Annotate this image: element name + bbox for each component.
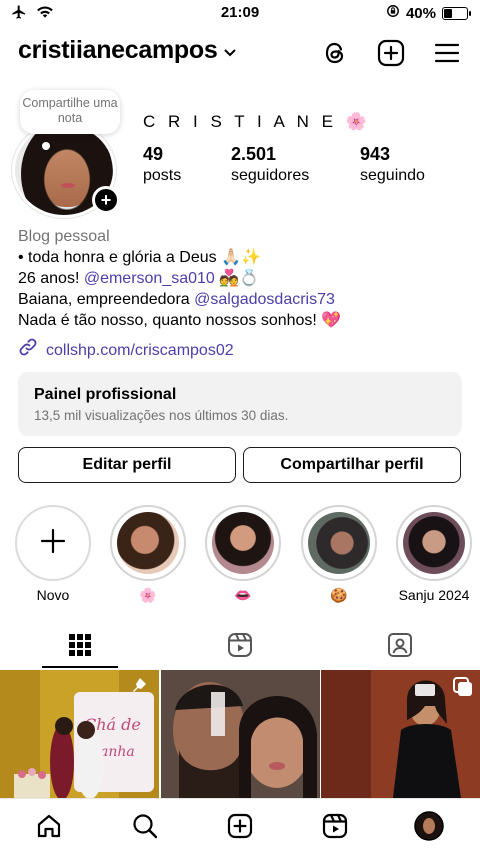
post-grid: Chá de anha [0, 670, 480, 798]
highlight-label: Novo [36, 587, 70, 603]
bio-line: Baiana, empreendedora @salgadosdacris73 [18, 291, 335, 308]
stat-followers[interactable]: 2.501 seguidores [231, 144, 309, 185]
highlight-label: 🌸 [139, 587, 157, 603]
home-icon[interactable] [34, 811, 64, 841]
bio: Blog pessoal • toda honra e glória a Deu… [18, 226, 468, 363]
reels-icon [227, 632, 253, 663]
post-thumbnail[interactable]: Chá de anha [0, 670, 159, 798]
stat-following[interactable]: 943 seguindo [360, 144, 425, 185]
profile-header: cristiianecampos [0, 34, 480, 74]
battery-icon [442, 6, 471, 20]
search-icon[interactable] [130, 811, 160, 841]
highlight-label: 🍪 [330, 587, 348, 603]
link-icon [18, 337, 38, 363]
highlight-thumbnail [117, 512, 179, 574]
profile-avatar-container[interactable]: + [10, 122, 122, 218]
tab-reels[interactable] [160, 626, 320, 668]
create-icon[interactable] [376, 38, 406, 68]
account-switcher[interactable]: cristiianecampos [18, 36, 237, 65]
reels-icon[interactable] [320, 811, 350, 841]
highlight-new[interactable]: Novo [15, 505, 91, 603]
chevron-down-icon [223, 36, 237, 65]
tagged-icon [387, 632, 413, 663]
active-tab-indicator [42, 666, 118, 668]
pro-panel-subtitle: 13,5 mil visualizações nos últimos 30 di… [34, 408, 289, 423]
highlight-thumbnail [308, 512, 370, 574]
story-highlights: Novo 🌸 👄 🍪 Sanju 2024 [0, 505, 480, 605]
tab-grid[interactable] [0, 626, 160, 668]
note-bubble-tail [42, 142, 50, 150]
bio-line: 26 anos! @emerson_sa010 💑💍 [18, 270, 260, 287]
bio-link[interactable]: collshp.com/criscampos02 [18, 337, 468, 363]
create-icon[interactable] [225, 811, 255, 841]
post-thumbnail[interactable] [321, 670, 480, 798]
display-name: C R I S T I A N E 🌸 [143, 112, 371, 131]
orientation-lock-icon [386, 4, 400, 22]
plus-icon [39, 527, 67, 560]
highlight-item[interactable]: 🍪 [301, 505, 377, 604]
svg-text:anha: anha [100, 744, 135, 760]
bio-category: Blog pessoal [18, 228, 110, 245]
profile-avatar[interactable] [414, 811, 444, 841]
highlight-item[interactable]: Sanju 2024 [396, 505, 472, 603]
professional-dashboard[interactable]: Painel profissional 13,5 mil visualizaçõ… [18, 372, 462, 436]
stat-posts[interactable]: 49 posts [143, 144, 181, 185]
profile-tabs [0, 626, 480, 668]
battery-percent: 40% [405, 4, 436, 22]
grid-icon [68, 633, 92, 662]
post-thumbnail[interactable] [161, 670, 320, 798]
pro-panel-title: Painel profissional [34, 386, 177, 403]
battery-fill [444, 8, 453, 18]
edit-profile-button[interactable]: Editar perfil [18, 447, 236, 483]
highlight-item[interactable]: 🌸 [110, 505, 186, 604]
menu-icon[interactable] [432, 38, 462, 68]
bottom-navigation [0, 798, 480, 854]
bio-line: Nada é tão nosso, quanto nossos sonhos! … [18, 312, 342, 329]
status-bar: 21:09 40% [0, 0, 480, 26]
bio-link-text: collshp.com/criscampos02 [46, 341, 234, 359]
highlight-thumbnail [212, 512, 274, 574]
highlight-item[interactable]: 👄 [205, 505, 281, 604]
mention-link[interactable]: @emerson_sa010 [84, 270, 215, 287]
username: cristiianecampos [18, 36, 218, 64]
share-profile-button[interactable]: Compartilhar perfil [243, 447, 461, 483]
bio-line: • toda honra e glória a Deus 🙏🏻✨ [18, 249, 261, 266]
mention-link[interactable]: @salgadosdacris73 [194, 291, 335, 308]
highlight-thumbnail [403, 512, 465, 574]
tab-tagged[interactable] [320, 626, 480, 668]
highlight-label: 👄 [234, 587, 252, 603]
note-bubble[interactable]: Compartilhe uma nota [20, 90, 120, 134]
highlight-label: Sanju 2024 [398, 587, 470, 603]
threads-icon[interactable] [320, 38, 350, 68]
add-story-icon[interactable]: + [92, 186, 120, 214]
